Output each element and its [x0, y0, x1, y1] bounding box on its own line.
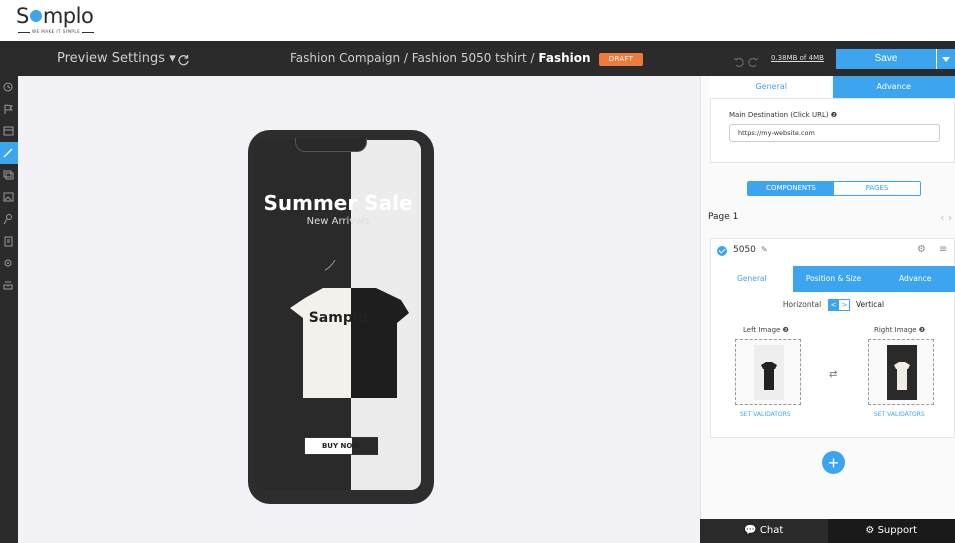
check-circle-icon[interactable]	[717, 246, 727, 256]
support-button[interactable]: ⚙ Support	[827, 519, 955, 543]
refresh-icon[interactable]	[177, 52, 190, 66]
direction-row: Horizontal < > Vertical	[711, 299, 955, 311]
swap-icon[interactable]: ⇄	[829, 369, 837, 380]
brand-tagline: WE MAKE IT SIMPLE	[16, 29, 96, 34]
right-image-label: Right Image ❷	[874, 326, 926, 334]
redo-icon[interactable]	[747, 53, 759, 68]
right-image-thumbnail	[887, 345, 917, 400]
left-image-upload[interactable]	[735, 339, 801, 405]
phone-notch	[295, 138, 367, 152]
right-image-upload[interactable]	[868, 339, 934, 405]
left-image-thumbnail	[754, 345, 784, 400]
support-label: Support	[877, 525, 918, 536]
chat-label: Chat	[759, 525, 784, 536]
subtab-position-size[interactable]: Position & Size	[792, 266, 875, 292]
tab-components[interactable]: COMPONENTS	[748, 182, 834, 195]
breadcrumb-path[interactable]: Fashion Compaign / Fashion 5050 tshirt /	[290, 51, 535, 65]
add-component-button[interactable]: +	[822, 451, 845, 474]
component-tabs: General Position & Size Advance	[711, 266, 955, 292]
component-name: 5050	[733, 245, 756, 255]
undo-icon[interactable]	[733, 53, 745, 68]
vertical-label: Vertical	[856, 300, 885, 309]
destination-url-input[interactable]: https://my-website.com	[729, 124, 940, 142]
ad-subtitle: New Arrivals	[306, 216, 370, 227]
breadcrumb: Fashion Compaign / Fashion 5050 tshirt /…	[290, 51, 594, 65]
preview-settings-dropdown[interactable]: Preview Settings ▾	[57, 51, 176, 66]
draft-badge: DRAFT	[599, 53, 643, 66]
chat-button[interactable]: 💬 Chat	[700, 519, 828, 543]
ad-settings-tabs: General Advance	[710, 76, 955, 98]
gear-icon[interactable]: ⚙	[917, 244, 926, 255]
breadcrumb-current[interactable]: Fashion Camp	[538, 51, 594, 65]
layout-icon[interactable]	[0, 120, 18, 142]
flag-icon[interactable]	[0, 98, 18, 120]
subtab-advance[interactable]: Advance	[874, 266, 955, 292]
clipboard-icon[interactable]	[0, 230, 18, 252]
image-icon[interactable]	[0, 186, 18, 208]
components-pages-toggle: COMPONENTS PAGES	[747, 181, 921, 196]
tshirt-white-image	[290, 259, 360, 398]
tab-advance[interactable]: Advance	[832, 76, 955, 98]
ad-title: Summer Sale	[263, 191, 413, 215]
save-options-chevron-down-icon[interactable]	[936, 49, 955, 69]
history-icon[interactable]	[0, 76, 18, 98]
edit-pencil-icon[interactable]: ✎	[761, 245, 768, 254]
page-title: Page 1	[708, 212, 739, 222]
brand-logo[interactable]: Smplo	[16, 4, 94, 28]
shirt-brand-print: Samplo	[308, 310, 368, 326]
inbox-icon[interactable]	[0, 274, 18, 296]
layers-icon[interactable]	[0, 164, 18, 186]
settings-icon[interactable]	[0, 252, 18, 274]
tshirt-black-image	[351, 288, 409, 398]
top-toolbar: Preview Settings ▾ Fashion Compaign / Fa…	[0, 41, 955, 76]
help-bar: 💬 Chat ⚙ Support	[700, 519, 955, 543]
storage-usage: 0.38MB of 4MB	[771, 54, 824, 62]
component-card: 5050 ✎ ⚙ ≡ General Position & Size Advan…	[710, 238, 955, 438]
buy-now-label: BUY NOW	[321, 442, 361, 450]
pin-icon[interactable]	[0, 208, 18, 230]
tab-pages[interactable]: PAGES	[834, 182, 920, 195]
horizontal-label: Horizontal	[782, 300, 822, 309]
tab-general[interactable]: General	[710, 76, 833, 98]
direction-toggle[interactable]: < >	[827, 299, 850, 311]
pen-icon[interactable]	[0, 142, 18, 164]
right-set-validators-link[interactable]: SET VALIDATORS	[874, 411, 925, 418]
page-nav-chevron-icons[interactable]: ‹ ›	[940, 211, 952, 224]
destination-card: Main Destination (Click URL) ❷ https://m…	[710, 98, 955, 163]
ad-preview-screen[interactable]: Summer Sale New Arrivals Samplo BUY NOW	[255, 140, 421, 490]
save-button[interactable]: Save	[836, 49, 936, 69]
subtab-general[interactable]: General	[711, 266, 793, 292]
buy-now-button[interactable]: BUY NOW	[304, 437, 378, 455]
left-tool-rail	[0, 76, 18, 543]
destination-label: Main Destination (Click URL) ❷	[729, 111, 838, 119]
left-set-validators-link[interactable]: SET VALIDATORS	[740, 411, 791, 418]
logo-bar: Smplo WE MAKE IT SIMPLE	[0, 0, 955, 41]
left-image-label: Left Image ❷	[743, 326, 789, 334]
drag-handle-icon[interactable]: ≡	[939, 244, 947, 255]
